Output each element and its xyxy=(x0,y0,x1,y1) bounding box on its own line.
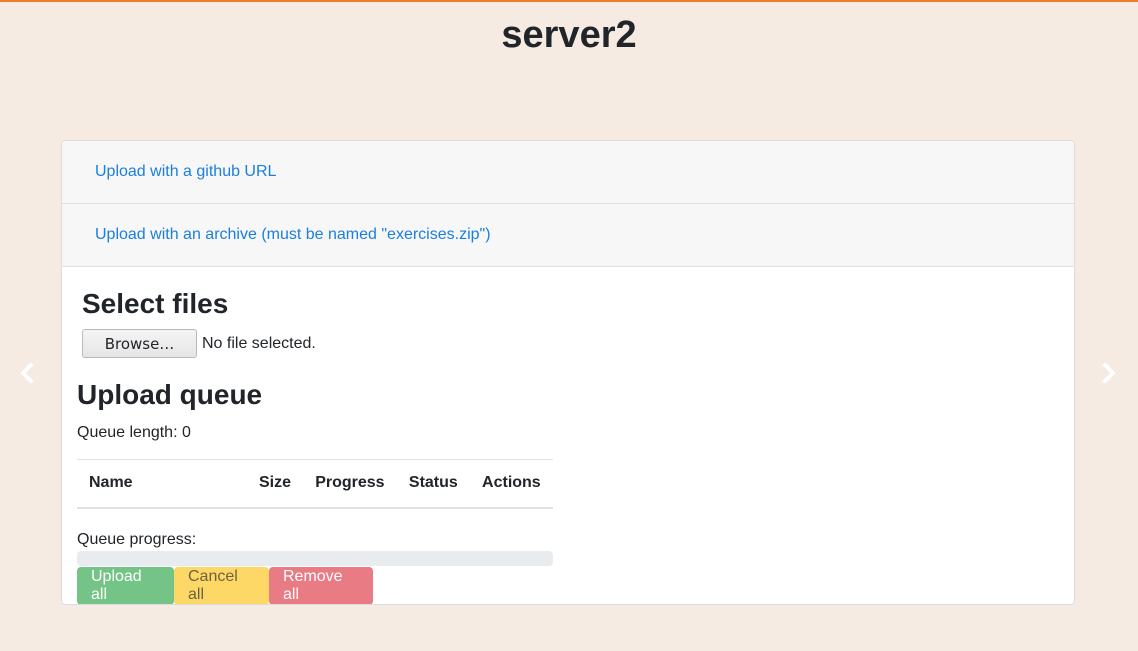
file-status-text: No file selected. xyxy=(202,334,316,352)
chevron-right-icon xyxy=(1103,363,1115,383)
cancel-all-button[interactable]: Cancel all xyxy=(174,567,269,604)
column-header-progress: Progress xyxy=(303,459,397,509)
chevron-left-icon xyxy=(21,363,33,383)
page-title: server2 xyxy=(501,14,637,56)
github-upload-link[interactable]: Upload with a github URL xyxy=(95,163,276,181)
upload-queue-heading: Upload queue xyxy=(77,379,263,410)
carousel-next-button[interactable] xyxy=(1094,358,1124,388)
column-header-status: Status xyxy=(396,459,471,509)
column-header-name: Name xyxy=(77,459,247,509)
browse-button[interactable]: Browse… xyxy=(82,329,197,358)
queue-length-text: Queue length: 0 xyxy=(77,424,191,441)
queue-action-buttons: Upload all Cancel all Remove all xyxy=(77,567,373,604)
carousel-prev-button[interactable] xyxy=(12,358,42,388)
remove-all-button[interactable]: Remove all xyxy=(269,567,373,604)
archive-upload-link[interactable]: Upload with an archive (must be named "e… xyxy=(95,226,491,244)
table-header-row: Name Size Progress Status Actions xyxy=(77,459,553,509)
upload-card: Upload with a github URL Upload with an … xyxy=(61,140,1075,605)
file-input-row: Browse… No file selected. xyxy=(82,329,316,358)
queue-progress-bar xyxy=(77,551,553,566)
select-files-heading: Select files xyxy=(82,288,229,319)
column-header-size: Size xyxy=(247,459,304,509)
upload-all-button[interactable]: Upload all xyxy=(77,567,174,604)
column-header-actions: Actions xyxy=(470,459,553,509)
upload-queue-table: Name Size Progress Status Actions xyxy=(77,459,553,509)
queue-progress-label: Queue progress: xyxy=(77,531,197,548)
github-upload-header: Upload with a github URL xyxy=(62,141,1074,204)
archive-upload-header: Upload with an archive (must be named "e… xyxy=(62,204,1074,267)
